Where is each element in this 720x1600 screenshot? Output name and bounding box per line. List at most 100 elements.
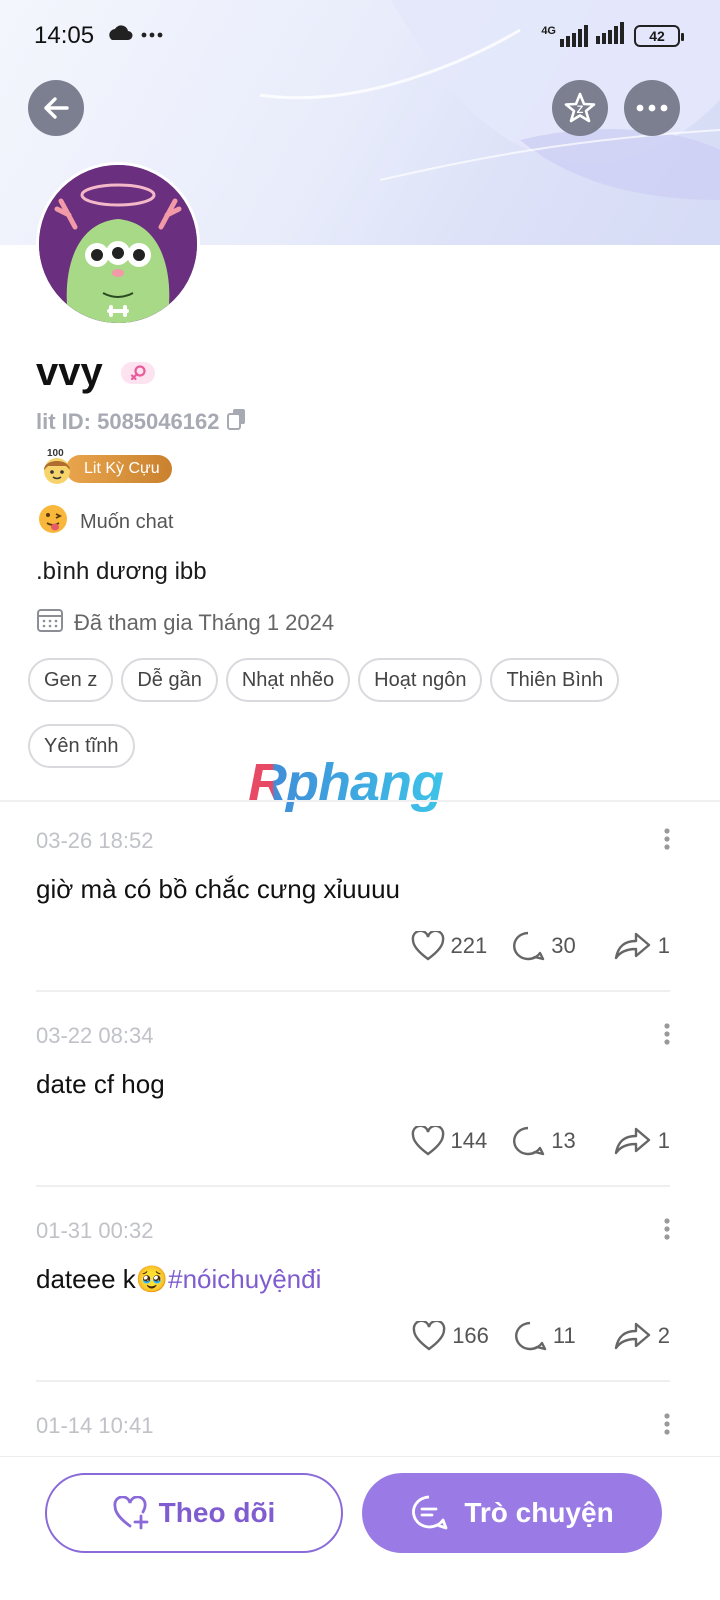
joined-date-row: Đã tham gia Tháng 1 2024 <box>36 606 334 640</box>
battery-indicator: 42 <box>634 24 684 47</box>
heart-icon <box>412 1321 446 1351</box>
copy-icon[interactable] <box>227 408 247 436</box>
female-gender-icon <box>120 361 155 384</box>
comment-button[interactable]: 30 <box>511 930 576 962</box>
post-item[interactable]: 01-14 10:41 <box>36 1413 670 1453</box>
cloud-icon <box>108 24 168 49</box>
tag-chip[interactable]: Nhạt nhẽo <box>225 658 351 702</box>
bottom-action-bar: Theo dõi Trò chuyện <box>0 1456 720 1600</box>
comment-icon <box>513 931 545 961</box>
comment-count: 13 <box>551 1128 576 1153</box>
favorite-button[interactable]: Z <box>552 80 608 136</box>
post-text: dateee k🥹#nóichuyệnđi <box>36 1264 321 1295</box>
post-item[interactable]: 03-26 18:52 giờ mà có bồ chắc cưng xỉuuu… <box>36 828 670 998</box>
post-body: giờ mà có bồ chắc cưng xỉuuuu <box>36 874 400 904</box>
share-icon <box>614 932 650 960</box>
like-button[interactable]: 144 <box>411 1126 488 1156</box>
hashtag-link[interactable]: #nóichuyệnđi <box>168 1264 321 1294</box>
post-menu-icon[interactable] <box>664 828 670 855</box>
post-time: 01-31 00:32 <box>36 1218 154 1243</box>
share-count: 1 <box>657 1128 670 1153</box>
post-text: giờ mà có bồ chắc cưng xỉuuuu <box>36 874 400 905</box>
post-actions: 166 11 2 <box>412 1320 670 1352</box>
post-divider <box>36 990 670 992</box>
comment-icon <box>513 1126 545 1156</box>
post-menu-icon[interactable] <box>664 1413 670 1440</box>
tag-chip[interactable]: Thiên Bình <box>490 658 620 702</box>
like-count: 166 <box>452 1323 489 1348</box>
post-divider <box>36 1380 670 1382</box>
calendar-icon <box>36 606 64 640</box>
profile-name: vvy <box>36 350 103 394</box>
post-actions: 221 30 1 <box>411 930 670 962</box>
follow-label: Theo dõi <box>158 1497 276 1528</box>
more-options-button[interactable] <box>624 80 680 136</box>
post-body: dateee k <box>36 1264 136 1294</box>
network-type-label: 4G <box>541 24 556 37</box>
share-count: 1 <box>657 933 670 958</box>
comment-count: 30 <box>551 933 576 958</box>
tag-chip[interactable]: Hoạt ngôn <box>358 658 483 702</box>
tag-chip[interactable]: Yên tĩnh <box>28 724 135 768</box>
chat-label: Trò chuyện <box>464 1497 614 1528</box>
signal-4g-icon: 4G <box>541 24 590 47</box>
post-time: 01-14 10:41 <box>36 1413 154 1438</box>
svg-text:Z: Z <box>577 104 584 116</box>
post-menu-icon[interactable] <box>664 1023 670 1050</box>
chat-bubble-icon <box>412 1495 448 1530</box>
mood-text: Muốn chat <box>80 510 174 533</box>
like-button[interactable]: 166 <box>412 1321 489 1351</box>
status-time: 14:05 <box>34 22 95 49</box>
share-button[interactable]: 1 <box>614 931 670 961</box>
joined-date-text: Đã tham gia Tháng 1 2024 <box>74 610 335 635</box>
comment-count: 11 <box>552 1323 576 1348</box>
lit-id-text: lit ID: 5085046162 <box>36 409 220 434</box>
monster-avatar-image <box>39 165 197 323</box>
like-button[interactable]: 221 <box>411 931 488 961</box>
post-text: date cf hog <box>36 1069 165 1100</box>
post-body: date cf hog <box>36 1069 165 1099</box>
status-indicators: 4G 42 <box>541 22 684 49</box>
tag-chip[interactable]: Gen z <box>28 658 114 702</box>
section-divider <box>0 800 720 802</box>
mood-status: Muốn chat <box>38 504 173 540</box>
share-button[interactable]: 1 <box>614 1126 670 1156</box>
signal-icon <box>596 22 628 49</box>
profile-name-row: vvy <box>36 350 155 395</box>
like-count: 144 <box>450 1128 488 1153</box>
heart-icon <box>411 931 444 961</box>
veteran-badge-label: Lit Kỳ Cựu <box>66 455 172 483</box>
veteran-badge[interactable]: 100 Lit Kỳ Cựu <box>40 448 172 486</box>
post-actions: 144 13 1 <box>411 1125 670 1157</box>
pleading-face-emoji-icon: 🥹 <box>135 1264 169 1294</box>
post-time: 03-22 08:34 <box>36 1023 154 1048</box>
share-count: 2 <box>657 1323 670 1348</box>
tongue-emoji-icon <box>38 504 68 540</box>
profile-bio: .bình dương ibb <box>36 558 207 585</box>
heart-plus-icon <box>113 1496 149 1530</box>
comment-button[interactable]: 11 <box>513 1320 576 1352</box>
post-divider <box>36 1185 670 1187</box>
follow-button[interactable]: Theo dõi <box>45 1473 343 1553</box>
tag-chip[interactable]: Dễ gần <box>121 658 218 702</box>
watermark-logo: Rphang <box>248 753 444 813</box>
arrow-left-icon <box>44 97 69 119</box>
post-time: 03-26 18:52 <box>36 828 154 853</box>
heart-icon <box>411 1126 444 1156</box>
post-item[interactable]: 03-22 08:34 date cf hog 144 13 1 <box>36 1023 670 1193</box>
lit-id-row: lit ID: 5085046162 <box>36 408 247 436</box>
like-count: 221 <box>450 933 488 958</box>
veteran-avatar-icon: 100 <box>40 448 74 486</box>
avatar[interactable] <box>36 162 200 326</box>
post-item[interactable]: 01-31 00:32 dateee k🥹#nóichuyệnđi 166 11… <box>36 1218 670 1388</box>
comment-button[interactable]: 13 <box>511 1125 576 1157</box>
share-button[interactable]: 2 <box>614 1321 670 1351</box>
share-icon <box>614 1127 650 1155</box>
post-menu-icon[interactable] <box>664 1218 670 1245</box>
star-icon: Z <box>564 92 596 123</box>
chat-button[interactable]: Trò chuyện <box>362 1473 662 1553</box>
back-button[interactable] <box>28 80 84 136</box>
status-bar: 14:05 4G 42 <box>0 0 720 72</box>
comment-icon <box>514 1321 547 1351</box>
share-icon <box>614 1322 650 1350</box>
